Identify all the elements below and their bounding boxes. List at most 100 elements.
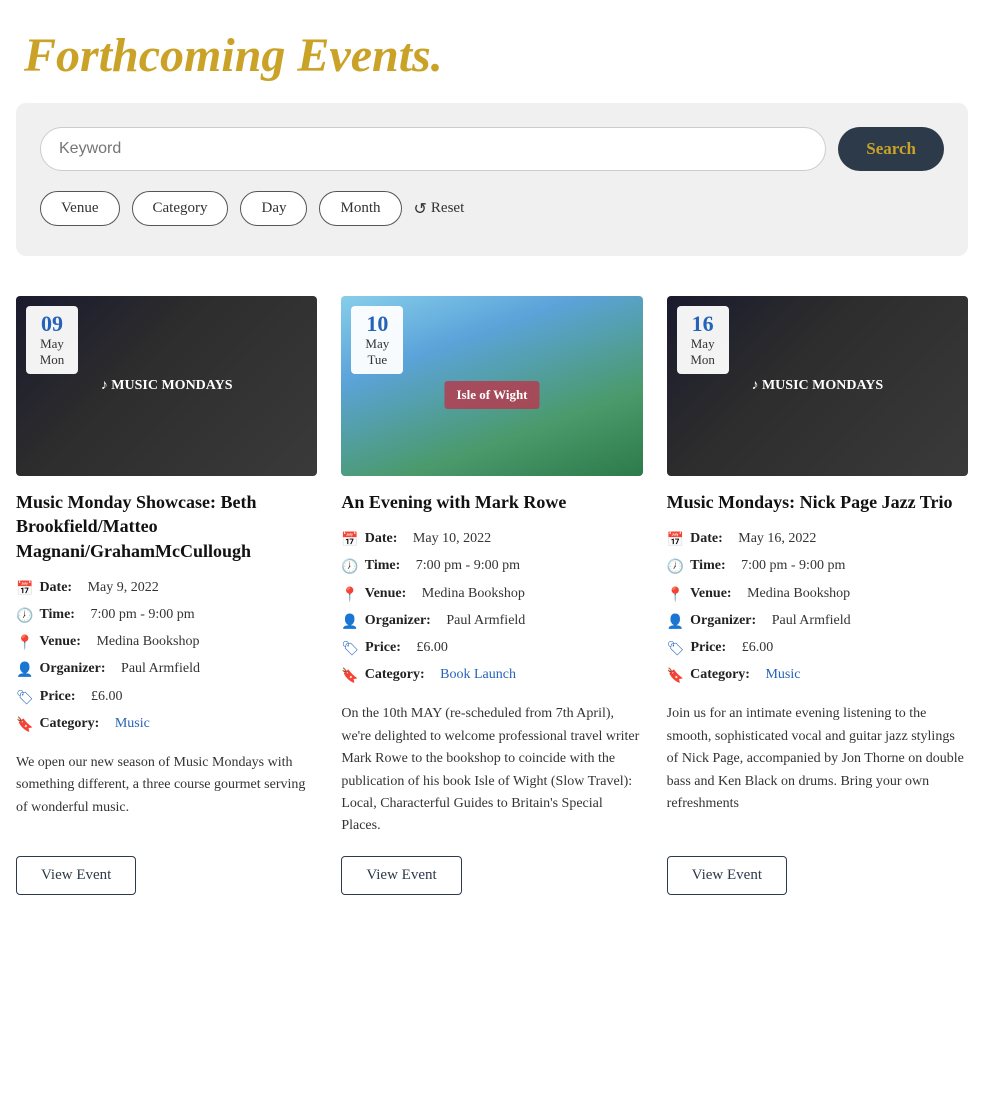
- search-input[interactable]: [40, 127, 826, 171]
- meta-price: 🏷 Price: £6.00: [667, 635, 968, 662]
- meta-time: 🕖 Time: 7:00 pm - 9:00 pm: [16, 602, 317, 629]
- event-title: Music Mondays: Nick Page Jazz Trio: [667, 490, 968, 514]
- category-icon: 🔖: [16, 713, 33, 738]
- event-title: Music Monday Showcase: Beth Brookfield/M…: [16, 490, 317, 563]
- reset-button[interactable]: ↺ Reset: [414, 199, 465, 219]
- event-description: Join us for an intimate evening listenin…: [667, 703, 968, 837]
- day-filter-button[interactable]: Day: [240, 191, 307, 226]
- person-icon: 👤: [667, 610, 684, 635]
- meta-price: 🏷 Price: £6.00: [341, 635, 642, 662]
- meta-organizer: 👤 Organizer: Paul Armfield: [16, 656, 317, 683]
- meta-category-value: Book Launch: [440, 662, 516, 687]
- meta-price-value: £6.00: [91, 684, 123, 709]
- page-title: Forthcoming Events.: [0, 0, 984, 103]
- event-meta: 📅 Date: May 10, 2022 🕖 Time: 7:00 pm - 9…: [341, 526, 642, 689]
- meta-date-value: May 16, 2022: [738, 526, 816, 551]
- meta-time: 🕖 Time: 7:00 pm - 9:00 pm: [667, 553, 968, 580]
- meta-time-value: 7:00 pm - 9:00 pm: [416, 553, 520, 578]
- meta-price-value: £6.00: [742, 635, 774, 660]
- meta-price-label: Price:: [690, 635, 726, 660]
- date-badge: 10 May Tue: [351, 306, 403, 374]
- view-event-button[interactable]: View Event: [16, 856, 136, 895]
- event-card: 10 May Tue An Evening with Mark Rowe 📅 D…: [341, 296, 642, 895]
- meta-venue: 📍 Venue: Medina Bookshop: [667, 581, 968, 608]
- meta-category: 🔖 Category: Book Launch: [341, 662, 642, 689]
- meta-time-value: 7:00 pm - 9:00 pm: [741, 553, 845, 578]
- search-button[interactable]: Search: [838, 127, 944, 171]
- meta-time-label: Time:: [690, 553, 726, 578]
- clock-icon: 🕖: [16, 604, 33, 629]
- clock-icon: 🕖: [667, 555, 684, 580]
- meta-venue-label: Venue:: [39, 629, 81, 654]
- meta-price-label: Price:: [365, 635, 401, 660]
- meta-organizer-label: Organizer:: [39, 656, 105, 681]
- meta-organizer-value: Paul Armfield: [446, 608, 525, 633]
- event-meta: 📅 Date: May 16, 2022 🕖 Time: 7:00 pm - 9…: [667, 526, 968, 689]
- meta-date: 📅 Date: May 10, 2022: [341, 526, 642, 553]
- meta-category-value: Music: [115, 711, 150, 736]
- date-badge: 16 May Mon: [677, 306, 729, 374]
- meta-category-label: Category:: [39, 711, 99, 736]
- meta-organizer: 👤 Organizer: Paul Armfield: [667, 608, 968, 635]
- meta-category-value: Music: [765, 662, 800, 687]
- date-day-name: Mon: [36, 352, 68, 368]
- meta-venue: 📍 Venue: Medina Bookshop: [341, 581, 642, 608]
- meta-venue: 📍 Venue: Medina Bookshop: [16, 629, 317, 656]
- meta-category-label: Category:: [690, 662, 750, 687]
- meta-venue-value: Medina Bookshop: [96, 629, 199, 654]
- event-image-wrapper: 09 May Mon: [16, 296, 317, 476]
- meta-category-label: Category:: [365, 662, 425, 687]
- meta-organizer-value: Paul Armfield: [121, 656, 200, 681]
- meta-organizer: 👤 Organizer: Paul Armfield: [341, 608, 642, 635]
- date-day-num: 16: [687, 312, 719, 336]
- event-card: 16 May Mon Music Mondays: Nick Page Jazz…: [667, 296, 968, 895]
- category-icon: 🔖: [667, 664, 684, 689]
- location-icon: 📍: [341, 583, 358, 608]
- location-icon: 📍: [667, 583, 684, 608]
- clock-icon: 🕖: [341, 555, 358, 580]
- meta-date-value: May 9, 2022: [88, 575, 159, 600]
- view-event-button[interactable]: View Event: [667, 856, 787, 895]
- meta-date-value: May 10, 2022: [413, 526, 491, 551]
- event-description: We open our new season of Music Mondays …: [16, 752, 317, 838]
- meta-price-value: £6.00: [416, 635, 448, 660]
- meta-date-label: Date:: [39, 575, 72, 600]
- price-icon: 🏷: [341, 637, 359, 662]
- search-section: Search Venue Category Day Month ↺ Reset: [16, 103, 968, 256]
- meta-organizer-label: Organizer:: [365, 608, 431, 633]
- meta-date: 📅 Date: May 16, 2022: [667, 526, 968, 553]
- date-badge: 09 May Mon: [26, 306, 78, 374]
- location-icon: 📍: [16, 631, 33, 656]
- meta-date-label: Date:: [690, 526, 723, 551]
- meta-venue-value: Medina Bookshop: [747, 581, 850, 606]
- category-filter-button[interactable]: Category: [132, 191, 229, 226]
- meta-venue-label: Venue:: [690, 581, 732, 606]
- person-icon: 👤: [16, 658, 33, 683]
- price-icon: 🏷: [16, 686, 34, 711]
- view-event-button[interactable]: View Event: [341, 856, 461, 895]
- search-row: Search: [40, 127, 944, 171]
- meta-date: 📅 Date: May 9, 2022: [16, 575, 317, 602]
- price-icon: 🏷: [667, 637, 685, 662]
- calendar-icon: 📅: [341, 528, 358, 553]
- meta-category: 🔖 Category: Music: [667, 662, 968, 689]
- meta-organizer-label: Organizer:: [690, 608, 756, 633]
- date-day-num: 10: [361, 312, 393, 336]
- event-image-wrapper: 10 May Tue: [341, 296, 642, 476]
- calendar-icon: 📅: [667, 528, 684, 553]
- meta-time: 🕖 Time: 7:00 pm - 9:00 pm: [341, 553, 642, 580]
- meta-price: 🏷 Price: £6.00: [16, 684, 317, 711]
- event-image-wrapper: 16 May Mon: [667, 296, 968, 476]
- meta-time-label: Time:: [365, 553, 401, 578]
- event-title: An Evening with Mark Rowe: [341, 490, 642, 514]
- meta-venue-label: Venue:: [365, 581, 407, 606]
- person-icon: 👤: [341, 610, 358, 635]
- events-grid: 09 May Mon Music Monday Showcase: Beth B…: [0, 280, 984, 927]
- meta-organizer-value: Paul Armfield: [772, 608, 851, 633]
- event-meta: 📅 Date: May 9, 2022 🕖 Time: 7:00 pm - 9:…: [16, 575, 317, 738]
- event-card: 09 May Mon Music Monday Showcase: Beth B…: [16, 296, 317, 895]
- month-filter-button[interactable]: Month: [319, 191, 401, 226]
- date-month-name: May: [687, 336, 719, 352]
- reset-icon: ↺: [414, 199, 427, 219]
- venue-filter-button[interactable]: Venue: [40, 191, 120, 226]
